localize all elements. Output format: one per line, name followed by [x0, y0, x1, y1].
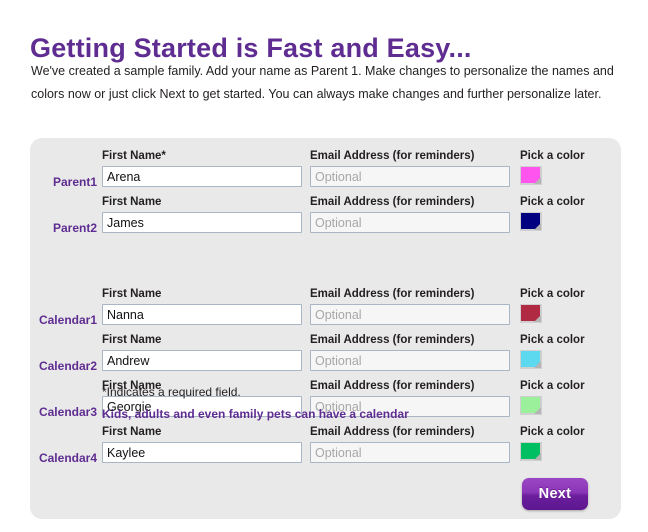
email-input[interactable]: [310, 304, 510, 325]
pick-a-color-label: Pick a color: [520, 288, 585, 300]
first-name-label: First Name: [102, 426, 162, 438]
pick-a-color-label: Pick a color: [520, 380, 585, 392]
form-row: Parent1 First Name* Email Address (for rem…: [30, 150, 621, 196]
row-label-parent1: Parent1: [52, 175, 97, 189]
email-label: Email Address (for reminders): [310, 334, 475, 346]
email-label: Email Address (for reminders): [310, 380, 475, 392]
pick-a-color-label: Pick a color: [520, 196, 585, 208]
email-label: Email Address (for reminders): [310, 196, 475, 208]
color-field-group: Pick a color: [520, 150, 610, 185]
first-name-field-group: First Name: [102, 288, 302, 325]
row-label-calendar3: Calendar3: [38, 405, 97, 419]
email-field-group: Email Address (for reminders): [310, 196, 510, 233]
color-swatch-button[interactable]: [520, 304, 542, 323]
email-label: Email Address (for reminders): [310, 288, 475, 300]
form-row: Calendar1 First Name Email Address (for re…: [30, 288, 621, 334]
first-name-label: First Name*: [102, 150, 166, 162]
first-name-field-group: First Name: [102, 196, 302, 233]
required-field-note: *Indicates a required field.: [102, 385, 241, 399]
chevron-down-icon: [534, 177, 541, 184]
email-field-group: Email Address (for reminders): [310, 150, 510, 187]
email-field-group: Email Address (for reminders): [310, 426, 510, 463]
email-field-group: Email Address (for reminders): [310, 288, 510, 325]
color-swatch-button[interactable]: [520, 350, 542, 369]
color-swatch-button[interactable]: [520, 442, 542, 461]
color-swatch-button[interactable]: [520, 166, 542, 185]
chevron-down-icon: [534, 453, 541, 460]
first-name-label: First Name: [102, 196, 162, 208]
chevron-down-icon: [534, 407, 541, 414]
email-label: Email Address (for reminders): [310, 150, 475, 162]
form-row: Calendar2 First Name Email Address (for re…: [30, 334, 621, 380]
email-label: Email Address (for reminders): [310, 426, 475, 438]
pick-a-color-label: Pick a color: [520, 426, 585, 438]
family-setup-panel: Parent1 First Name* Email Address (for rem…: [30, 138, 621, 519]
first-name-input[interactable]: [102, 304, 302, 325]
color-field-group: Pick a color: [520, 380, 610, 415]
first-name-input[interactable]: [102, 350, 302, 371]
email-field-group: Email Address (for reminders): [310, 334, 510, 371]
color-field-group: Pick a color: [520, 288, 610, 323]
color-swatch-button[interactable]: [520, 396, 542, 415]
first-name-input[interactable]: [102, 212, 302, 233]
color-swatch-button[interactable]: [520, 212, 542, 231]
chevron-down-icon: [534, 223, 541, 230]
email-input[interactable]: [310, 212, 510, 233]
color-field-group: Pick a color: [520, 426, 610, 461]
row-label-parent2: Parent2: [52, 221, 97, 235]
pick-a-color-label: Pick a color: [520, 334, 585, 346]
intro-line-2: or just click Next to get started. You c…: [94, 87, 602, 101]
color-field-group: Pick a color: [520, 334, 610, 369]
first-name-label: First Name: [102, 288, 162, 300]
first-name-field-group: First Name: [102, 426, 302, 463]
chevron-down-icon: [534, 315, 541, 322]
next-button[interactable]: Next: [522, 478, 588, 510]
chevron-down-icon: [534, 361, 541, 368]
first-name-label: First Name: [102, 334, 162, 346]
row-label-calendar4: Calendar4: [38, 451, 97, 465]
first-name-input[interactable]: [102, 442, 302, 463]
first-name-field-group: First Name*: [102, 150, 302, 187]
email-input[interactable]: [310, 166, 510, 187]
row-label-calendar2: Calendar2: [38, 359, 97, 373]
intro-paragraph: We've created a sample family. Add your …: [31, 60, 621, 106]
color-field-group: Pick a color: [520, 196, 610, 231]
first-name-field-group: First Name: [102, 334, 302, 371]
form-row: Calendar4 First Name Email Address (for re…: [30, 426, 621, 472]
row-label-calendar1: Calendar1: [38, 313, 97, 327]
form-row: Parent2 First Name Email Address (for remi…: [30, 196, 621, 242]
email-input[interactable]: [310, 442, 510, 463]
first-name-input[interactable]: [102, 166, 302, 187]
email-input[interactable]: [310, 350, 510, 371]
calendar-section-note: Kids, adults and even family pets can ha…: [102, 407, 409, 421]
pick-a-color-label: Pick a color: [520, 150, 585, 162]
getting-started-page: Getting Started is Fast and Easy... We'v…: [0, 0, 648, 532]
